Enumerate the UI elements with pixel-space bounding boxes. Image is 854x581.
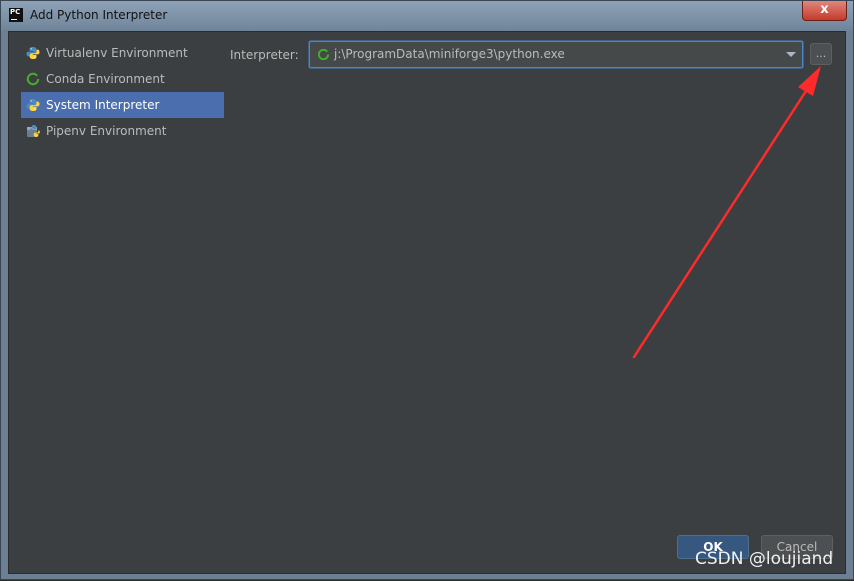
- sidebar-item-virtualenv[interactable]: Virtualenv Environment: [21, 40, 224, 66]
- sidebar-item-conda[interactable]: Conda Environment: [21, 66, 224, 92]
- title-bar[interactable]: PC Add Python Interpreter: [1, 1, 853, 31]
- window-title: Add Python Interpreter: [30, 8, 168, 22]
- interpreter-combobox[interactable]: j:\ProgramData\miniforge3\python.exe: [309, 41, 803, 68]
- watermark: CSDN @loujiand: [695, 549, 834, 569]
- dialog-content: Virtualenv Environment Conda Environment…: [8, 31, 846, 574]
- sidebar-item-label: Pipenv Environment: [46, 124, 167, 138]
- environment-type-list: Virtualenv Environment Conda Environment…: [21, 40, 224, 144]
- conda-icon: [26, 72, 40, 86]
- sidebar-item-label: System Interpreter: [46, 98, 160, 112]
- sidebar-item-label: Conda Environment: [46, 72, 165, 86]
- conda-icon: [317, 48, 330, 61]
- python-icon: [26, 47, 40, 59]
- chevron-down-icon[interactable]: [786, 52, 796, 57]
- browse-button[interactable]: ...: [810, 43, 832, 65]
- close-button[interactable]: x: [802, 1, 847, 21]
- pycharm-logo-icon: PC: [9, 8, 23, 22]
- sidebar-item-label: Virtualenv Environment: [46, 46, 188, 60]
- dialog-window: PC Add Python Interpreter x Virtualenv E…: [0, 0, 854, 580]
- pipenv-icon: [27, 125, 40, 137]
- interpreter-label: Interpreter:: [230, 48, 299, 62]
- interpreter-path-value: j:\ProgramData\miniforge3\python.exe: [334, 47, 565, 61]
- sidebar-item-pipenv[interactable]: Pipenv Environment: [21, 118, 224, 144]
- python-icon: [26, 99, 40, 111]
- sidebar-item-system-interpreter[interactable]: System Interpreter: [21, 92, 224, 118]
